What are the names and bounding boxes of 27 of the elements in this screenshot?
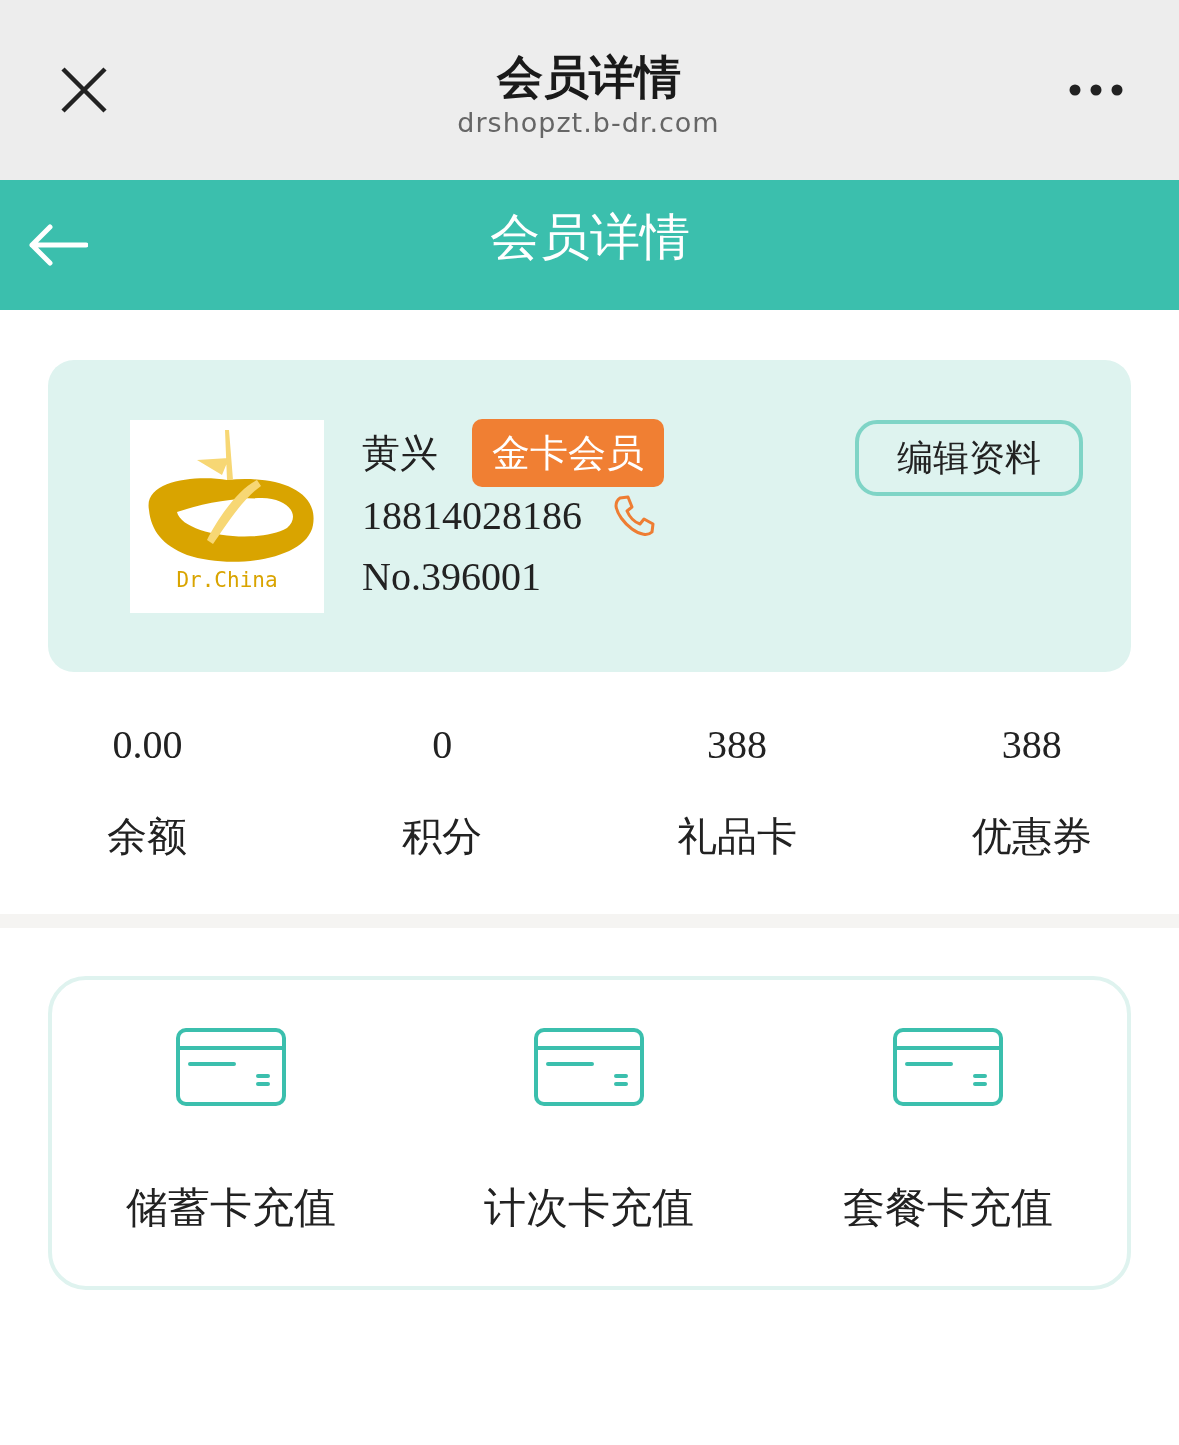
logo-text: Dr.China: [176, 568, 278, 592]
recharge-link[interactable]: 计次卡充值: [484, 1178, 695, 1238]
page-title: 会员详情: [496, 49, 681, 105]
header-title: 会员详情: [489, 207, 690, 268]
recharge-link[interactable]: 储蓄卡充值: [126, 1178, 337, 1238]
stat-label: 礼品卡: [676, 812, 797, 861]
stat-label: 优惠券: [971, 812, 1092, 861]
member-number: No.396001: [362, 553, 542, 600]
card-icon[interactable]: [176, 1028, 287, 1106]
more-icon[interactable]: [1069, 84, 1123, 96]
stat-value: 388: [706, 721, 767, 769]
card-icon[interactable]: [534, 1028, 645, 1106]
stat-value: 0: [432, 721, 453, 769]
back-arrow-icon[interactable]: [28, 224, 88, 266]
card-icon[interactable]: [892, 1028, 1003, 1106]
url-text: drshopzt.b-dr.com: [457, 106, 720, 140]
stat-value: 0.00: [112, 721, 183, 769]
stat-label: 余额: [107, 812, 188, 861]
member-level-badge: 金卡会员: [472, 419, 664, 487]
close-icon[interactable]: [60, 66, 108, 114]
edit-profile-button[interactable]: 编辑资料: [855, 420, 1083, 496]
phone-number: 18814028186: [362, 492, 582, 539]
recharge-link[interactable]: 套餐卡充值: [842, 1178, 1053, 1238]
stat-value: 388: [1001, 721, 1062, 769]
member-name: 黄兴: [362, 429, 438, 477]
phone-icon[interactable]: [612, 493, 656, 538]
stat-label: 积分: [402, 812, 483, 861]
